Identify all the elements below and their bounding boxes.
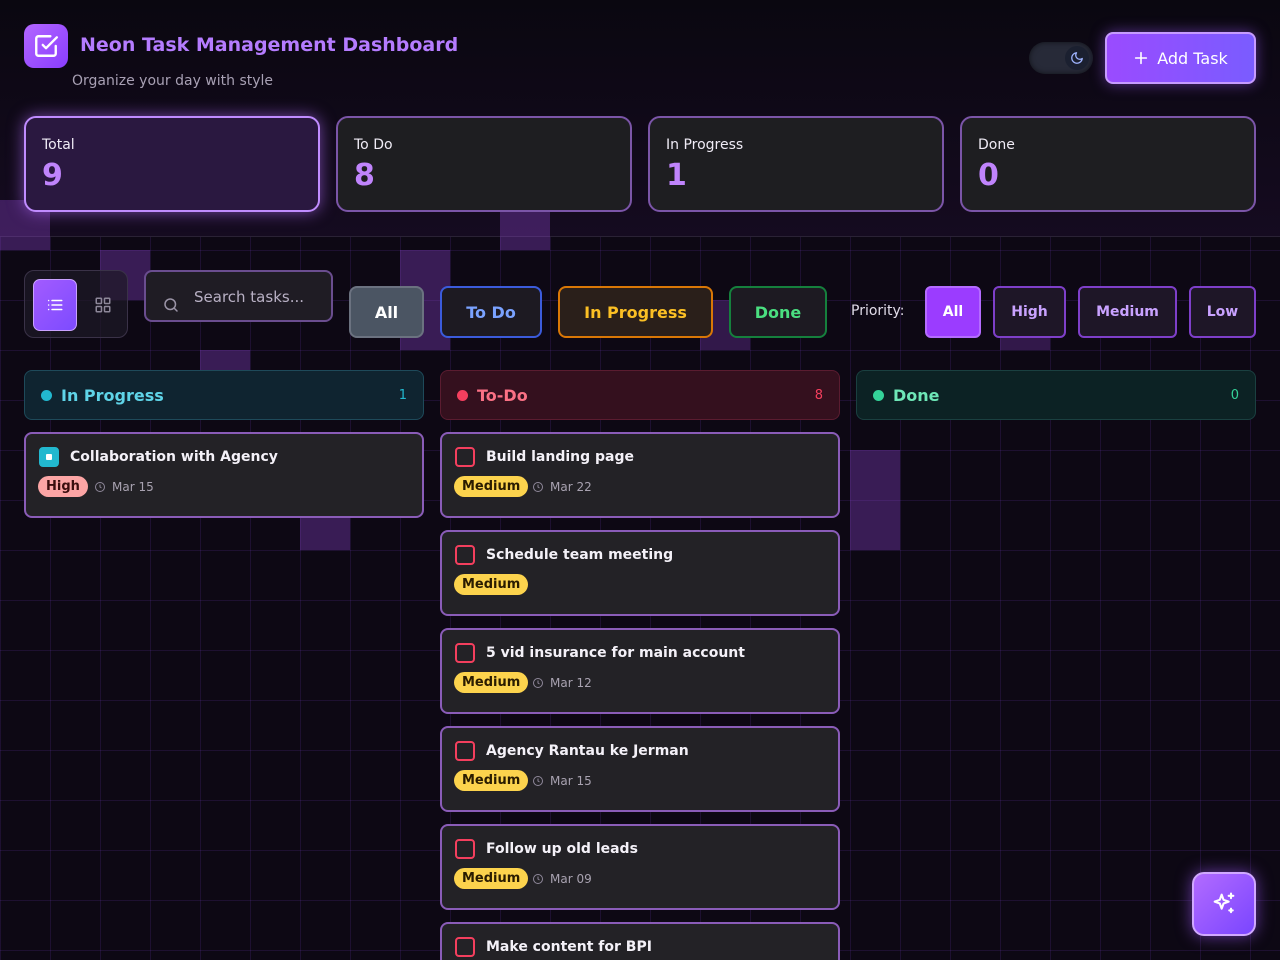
page-subtitle: Organize your day with style xyxy=(72,73,274,89)
stat-label: Total xyxy=(42,137,75,153)
column-count: 8 xyxy=(814,387,823,403)
add-task-label: Add Task xyxy=(1157,48,1228,68)
grid-icon xyxy=(95,297,111,313)
task-checkbox[interactable] xyxy=(455,643,475,663)
page-title: Neon Task Management Dashboard xyxy=(80,34,459,56)
task-checkbox[interactable] xyxy=(455,937,475,957)
search-icon xyxy=(164,298,178,312)
app: Neon Task Management Dashboard Organize … xyxy=(0,0,1280,960)
priority-label: Priority: xyxy=(851,303,905,319)
filter-done-button[interactable]: Done xyxy=(729,286,827,338)
grid-view-button[interactable] xyxy=(85,279,121,331)
task-date: Mar 15 xyxy=(532,774,592,788)
theme-toggle-knob xyxy=(1065,46,1089,70)
add-task-button[interactable]: Add Task xyxy=(1105,32,1256,84)
list-icon xyxy=(47,299,63,311)
priority-badge: Medium xyxy=(454,868,529,889)
stat-label: To Do xyxy=(354,137,393,153)
theme-toggle[interactable] xyxy=(1029,42,1093,74)
column-title: Done xyxy=(893,385,940,405)
task-card[interactable]: 5 vid insurance for main account Medium … xyxy=(440,628,840,714)
stat-card-total[interactable]: Total 9 xyxy=(24,116,320,212)
task-title: Make content for BPI xyxy=(486,939,652,955)
task-date-text: Mar 12 xyxy=(550,676,592,690)
clock-icon xyxy=(533,678,543,688)
task-date-text: Mar 15 xyxy=(550,774,592,788)
priority-low-button[interactable]: Low xyxy=(1189,286,1256,338)
priority-medium-button[interactable]: Medium xyxy=(1078,286,1177,338)
stat-value: 9 xyxy=(42,158,63,193)
stat-value: 8 xyxy=(354,158,375,193)
app-logo xyxy=(24,24,68,68)
task-date: Mar 22 xyxy=(532,480,592,494)
stat-value: 1 xyxy=(666,158,687,193)
filter-in-progress-button[interactable]: In Progress xyxy=(558,286,713,338)
priority-all-button[interactable]: All xyxy=(925,286,981,338)
priority-badge: Medium xyxy=(454,574,529,595)
sparkles-icon xyxy=(1213,892,1235,914)
priority-badge: Medium xyxy=(454,770,529,791)
status-dot xyxy=(457,389,468,401)
clock-icon xyxy=(533,776,543,786)
ai-assist-button[interactable] xyxy=(1192,872,1256,936)
task-date: Mar 15 xyxy=(94,480,154,494)
task-checkbox[interactable] xyxy=(455,447,475,467)
task-card[interactable]: Follow up old leads Medium Mar 09 xyxy=(440,824,840,910)
task-checkbox[interactable] xyxy=(455,741,475,761)
clock-icon xyxy=(533,482,543,492)
list-view-button[interactable] xyxy=(33,279,77,331)
column-header-in-progress: In Progress 1 xyxy=(24,370,424,420)
task-card[interactable]: Collaboration with Agency High Mar 15 xyxy=(24,432,424,518)
task-card[interactable]: Schedule team meeting Medium xyxy=(440,530,840,616)
task-date: Mar 09 xyxy=(532,872,592,886)
column-header-done: Done 0 xyxy=(856,370,1256,420)
task-date: Mar 12 xyxy=(532,676,592,690)
filter-todo-button[interactable]: To Do xyxy=(440,286,542,338)
task-date-text: Mar 15 xyxy=(112,480,154,494)
column-count: 1 xyxy=(398,387,407,403)
task-title: Collaboration with Agency xyxy=(70,449,278,465)
stat-label: In Progress xyxy=(666,137,744,153)
task-checkbox[interactable] xyxy=(39,447,59,467)
search-input[interactable] xyxy=(194,284,324,310)
clock-icon xyxy=(533,874,543,884)
task-date-text: Mar 09 xyxy=(550,872,592,886)
task-title: Schedule team meeting xyxy=(486,547,674,563)
task-title: Build landing page xyxy=(486,449,635,465)
priority-badge: High xyxy=(38,476,88,497)
status-dot xyxy=(873,389,884,401)
task-checkbox[interactable] xyxy=(455,839,475,859)
view-toggle xyxy=(24,270,128,338)
task-title: Follow up old leads xyxy=(486,841,638,857)
task-card[interactable]: Build landing page Medium Mar 22 xyxy=(440,432,840,518)
search-box xyxy=(144,270,333,322)
stat-card-in-progress[interactable]: In Progress 1 xyxy=(648,116,944,212)
status-dot xyxy=(41,389,52,401)
task-card[interactable]: Agency Rantau ke Jerman Medium Mar 15 xyxy=(440,726,840,812)
moon-icon xyxy=(1071,52,1083,64)
stat-card-todo[interactable]: To Do 8 xyxy=(336,116,632,212)
priority-badge: Medium xyxy=(454,672,529,693)
task-title: 5 vid insurance for main account xyxy=(486,645,745,661)
task-title: Agency Rantau ke Jerman xyxy=(486,743,689,759)
task-date-text: Mar 22 xyxy=(550,480,592,494)
clock-icon xyxy=(95,482,105,492)
filter-all-button[interactable]: All xyxy=(349,286,424,338)
column-title: To-Do xyxy=(477,385,528,405)
column-header-todo: To-Do 8 xyxy=(440,370,840,420)
stat-label: Done xyxy=(978,137,1015,153)
checkbox-icon xyxy=(35,35,59,57)
task-card[interactable]: Make content for BPI xyxy=(440,922,840,960)
column-count: 0 xyxy=(1230,387,1239,403)
task-checkbox[interactable] xyxy=(455,545,475,565)
plus-icon xyxy=(1135,51,1148,65)
priority-high-button[interactable]: High xyxy=(993,286,1066,338)
column-title: In Progress xyxy=(61,385,164,405)
priority-badge: Medium xyxy=(454,476,529,497)
stat-card-done[interactable]: Done 0 xyxy=(960,116,1256,212)
stat-value: 0 xyxy=(978,158,999,193)
